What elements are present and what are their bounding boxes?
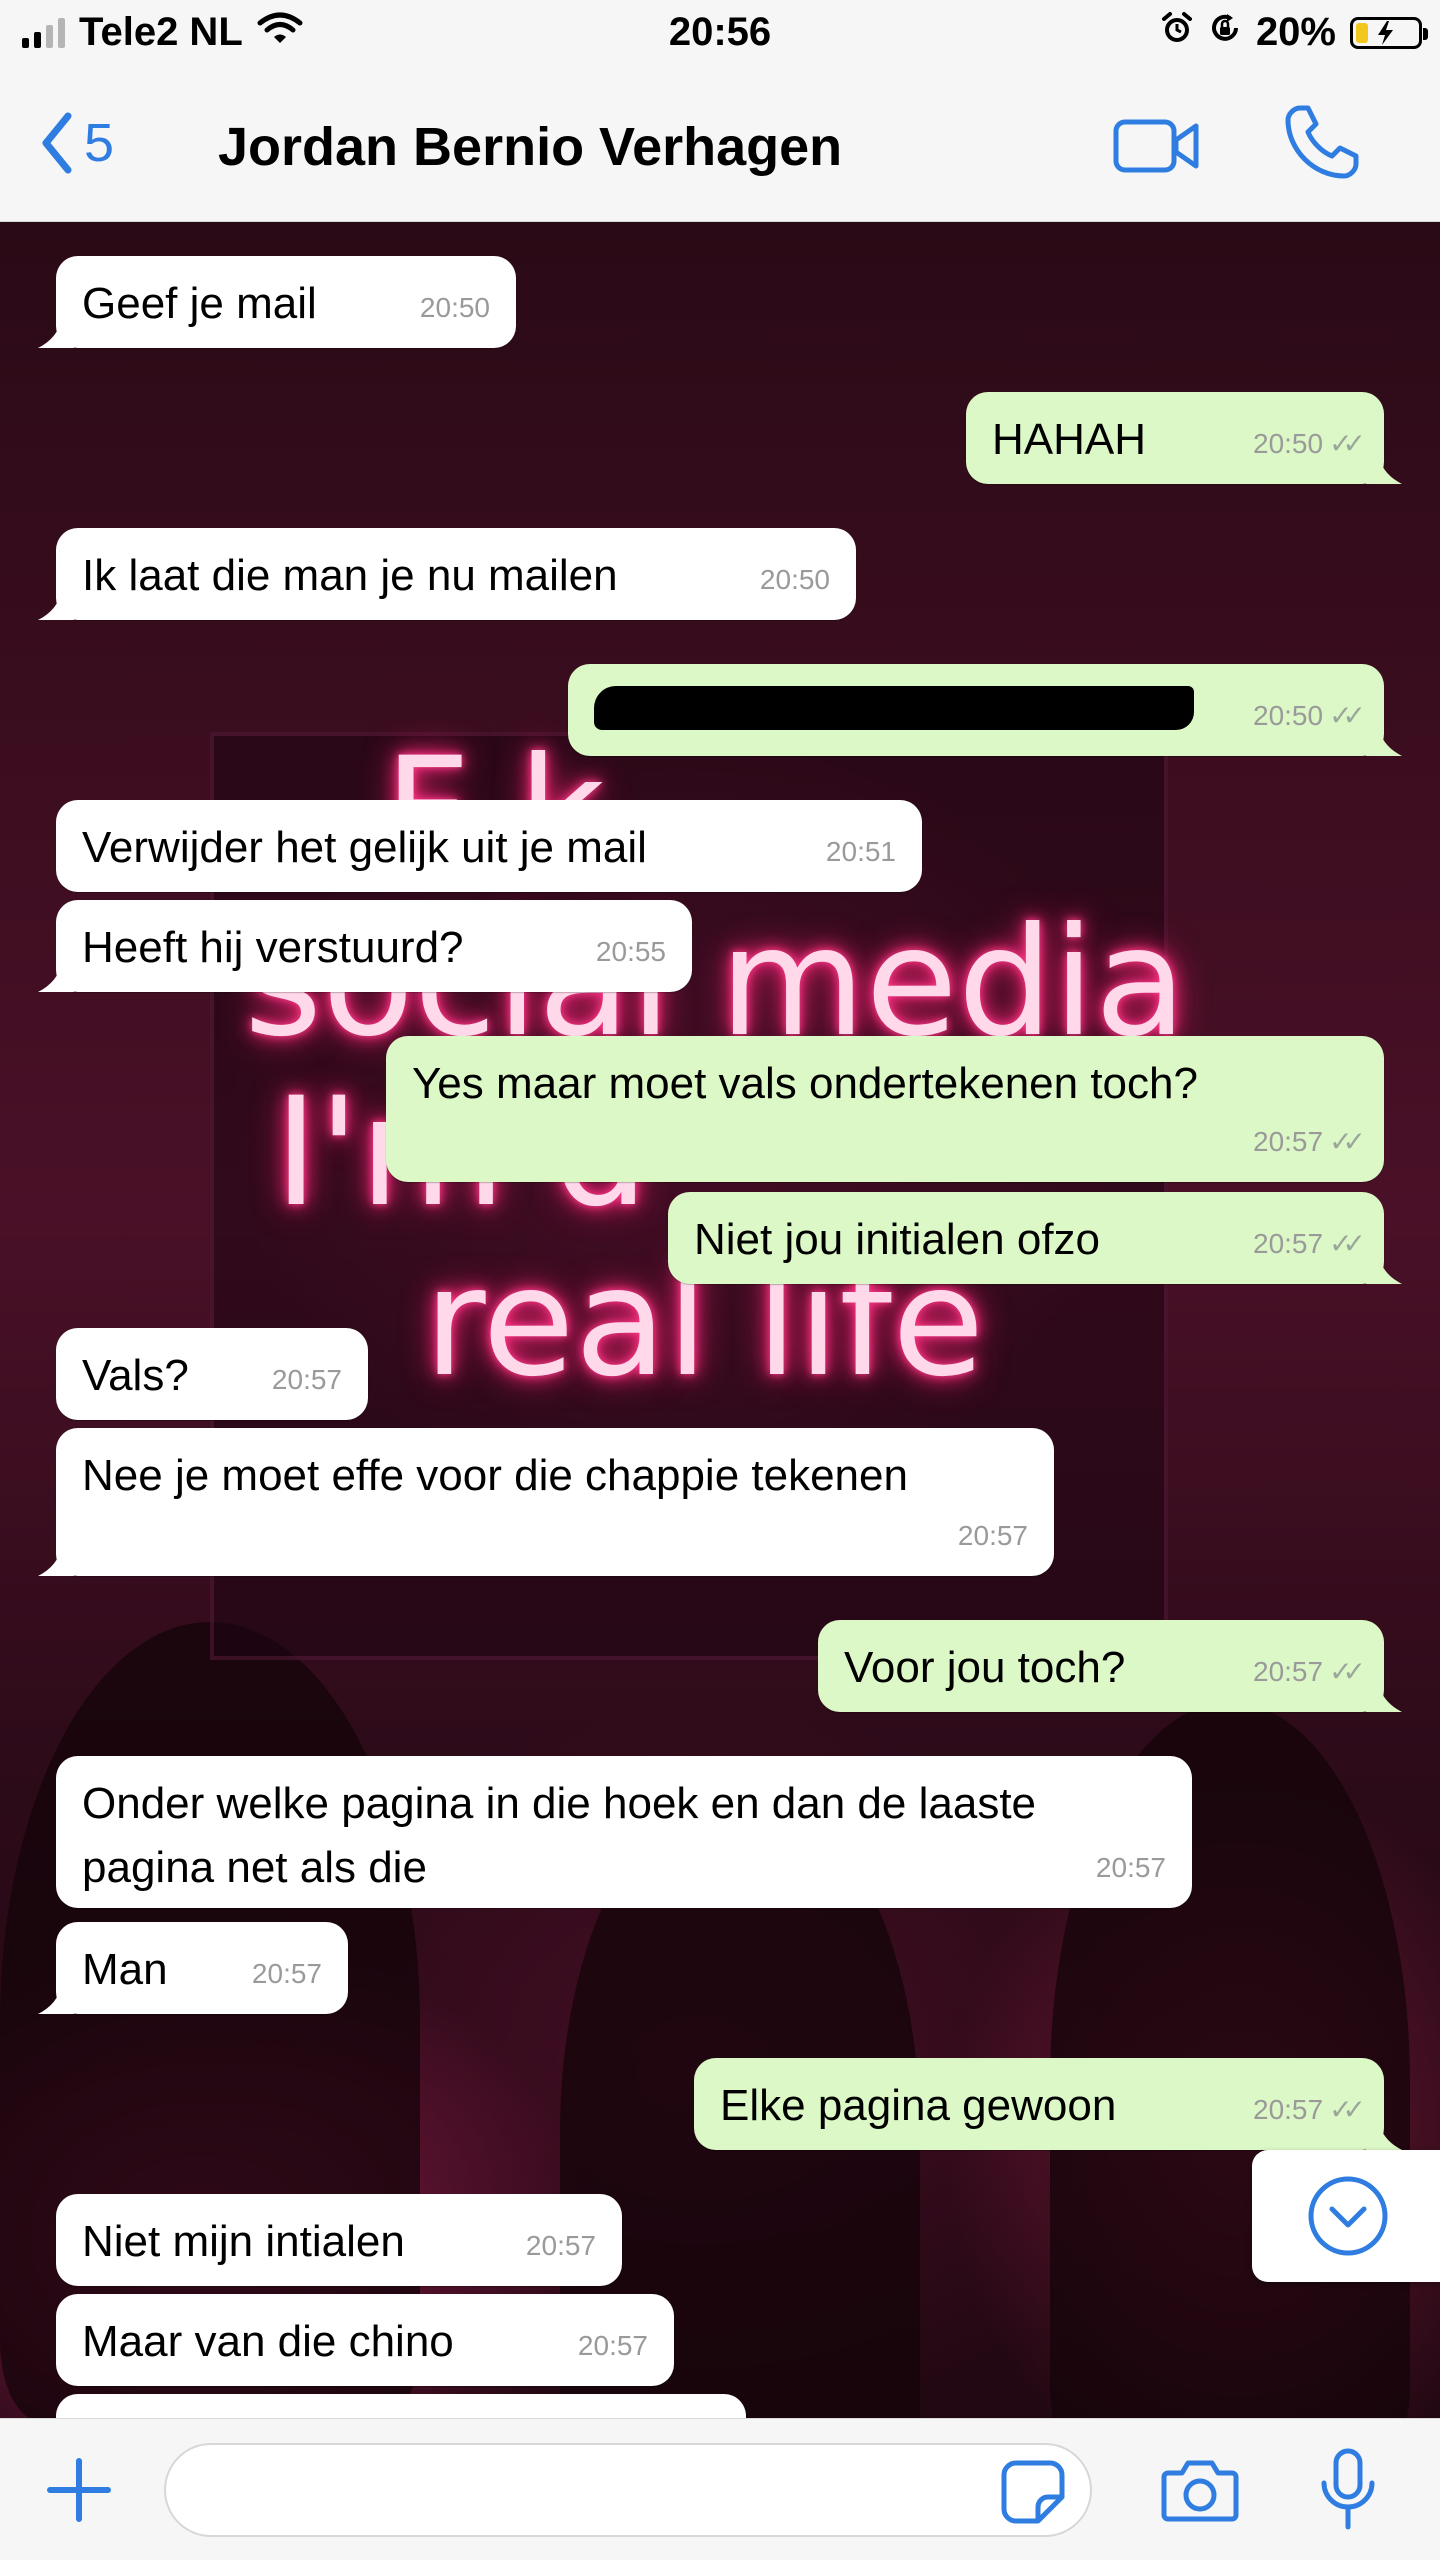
message-text: Ik laat die man je nu mailen [82,551,618,600]
message-time: 20:50 [759,564,830,595]
composer-bar [0,2418,1440,2560]
message-time: 20:51 [825,836,896,867]
message-bubble-incoming[interactable]: Ik laat die man je nu mailen 20:50 [38,528,856,620]
message-bubble-incoming[interactable]: Vals? 20:57 [56,1328,368,1420]
unread-chats-count: 5 [84,113,115,173]
message-time: 20:57 [1253,2094,1324,2125]
message-time: 20:57 [957,1520,1028,1551]
bubble-tail [38,318,74,348]
status-bar: Tele2 NL 20:56 20% [0,0,1440,72]
message-time: 20:57 [1095,1852,1166,1883]
read-receipt-icon: ✓✓ [1329,700,1366,731]
camera-icon [1161,2460,1239,2522]
message-text: Onder welke pagina in die hoek en dan de… [82,1779,1037,1828]
message-time: 20:50 [1253,700,1324,731]
orientation-lock-icon [1208,10,1242,55]
read-receipt-icon: ✓✓ [1329,1656,1366,1687]
read-receipt-icon: ✓✓ [1329,1228,1366,1259]
message-input[interactable] [164,2443,1092,2537]
microphone-icon [1321,2448,1375,2530]
bubble-tail [1366,2120,1402,2150]
message-bubble-incoming[interactable]: Niet mijn intialen 20:57 [56,2194,622,2286]
message-bubble-incoming[interactable]: Verwijder het gelijk uit je mail 20:51 [56,800,922,892]
battery-fill [1356,22,1368,43]
message-time: 20:57 [577,2330,648,2361]
charging-bolt-icon [1378,20,1393,45]
message-bubble-incoming[interactable]: Nee je moet effe voor die chappie tekene… [38,1428,1054,1576]
bubble-tail [38,1546,74,1576]
bubble-tail [38,590,74,620]
sticker-button[interactable] [1000,2459,1066,2530]
bubble-tail [1366,726,1402,756]
chevron-left-icon [42,112,72,174]
phone-icon [1285,105,1359,179]
message-bubble-outgoing[interactable]: Niet jou initialen ofzo 20:57 ✓✓ [668,1192,1402,1284]
status-right: 20% [1160,10,1428,55]
message-bubble-incoming[interactable]: Heeft hij verstuurd? 20:55 [38,900,692,992]
voice-call-button[interactable] [1282,102,1362,187]
video-camera-icon [1113,119,1199,173]
alarm-icon [1160,10,1194,55]
redaction-mark [594,686,1194,730]
bubble-tail [38,962,74,992]
camera-button[interactable] [1160,2455,1240,2530]
message-bubble-outgoing[interactable]: HAHAH 20:50 ✓✓ [966,392,1402,484]
message-time: 20:50 [1253,428,1324,459]
read-receipt-icon: ✓✓ [1329,428,1366,459]
back-button[interactable]: 5 [40,110,114,176]
message-bubble-incoming[interactable]: Geef je mail 20:50 [38,256,516,348]
bubble-tail [1366,1254,1402,1284]
message-bubble-outgoing[interactable]: Elke pagina gewoon 20:57 ✓✓ [694,2058,1402,2150]
message-bubble-incoming[interactable]: Maar van die chino 20:57 [56,2294,674,2386]
plus-icon [47,2458,111,2522]
bubble-tail [38,1984,74,2014]
bubble-tail [1366,1682,1402,1712]
read-receipt-icon: ✓✓ [1329,2094,1366,2125]
battery-percent: 20% [1255,10,1336,54]
battery-icon [1350,16,1428,49]
message-bubble-outgoing[interactable]: 20:50 ✓✓ [568,664,1402,756]
message-text: Heeft hij verstuurd? [82,923,464,972]
message-text: Maar van die chino [82,2317,454,2366]
contact-name[interactable]: Jordan Bernio Verhagen [218,116,842,178]
message-time: 20:55 [595,936,666,967]
chat-header: 5 Jordan Bernio Verhagen [0,72,1440,222]
message-text: Niet jou initialen ofzo [694,1215,1101,1264]
bubble-tail [1366,454,1402,484]
message-text: Geef je mail [82,279,317,328]
message-time: 20:57 [525,2230,596,2261]
attach-button[interactable] [44,2455,114,2530]
message-time: 20:57 [251,1958,322,1989]
message-time: 20:57 [271,1364,342,1395]
read-receipt-icon: ✓✓ [1329,1126,1366,1157]
message-time: 20:50 [419,292,490,323]
message-bubble-partial[interactable] [56,2394,746,2418]
message-text: Niet mijn intialen [82,2217,405,2266]
scroll-to-bottom-button[interactable] [1252,2150,1440,2282]
message-text: Nee je moet effe voor die chappie tekene… [82,1451,908,1500]
message-bubble-incoming[interactable]: Onder welke pagina in die hoek en dan de… [56,1756,1192,1908]
sticker-icon [1001,2460,1065,2524]
message-text-line-2: pagina net als die [82,1843,427,1892]
message-text: Vals? [82,1351,189,1400]
message-text: Verwijder het gelijk uit je mail [82,823,647,872]
message-time: 20:57 [1253,1126,1324,1157]
message-time: 20:57 [1253,1228,1324,1259]
chat-area[interactable]: F k social media I'm d real life Geef je… [0,222,1440,2418]
message-text: Elke pagina gewoon [720,2081,1117,2130]
message-bubble-incoming[interactable]: Man 20:57 [38,1922,348,2014]
microphone-button[interactable] [1316,2447,1380,2538]
message-time: 20:57 [1253,1656,1324,1687]
video-call-button[interactable] [1112,116,1202,181]
message-bubble-outgoing[interactable]: Yes maar moet vals ondertekenen toch? 20… [386,1036,1384,1182]
message-text: Man [82,1945,168,1994]
message-text: Voor jou toch? [844,1643,1126,1692]
message-bubble-outgoing[interactable]: Voor jou toch? 20:57 ✓✓ [818,1620,1402,1712]
message-text: Yes maar moet vals ondertekenen toch? [412,1059,1198,1108]
message-text: HAHAH [992,415,1147,464]
chevron-down-circle-icon [1308,2176,1388,2256]
